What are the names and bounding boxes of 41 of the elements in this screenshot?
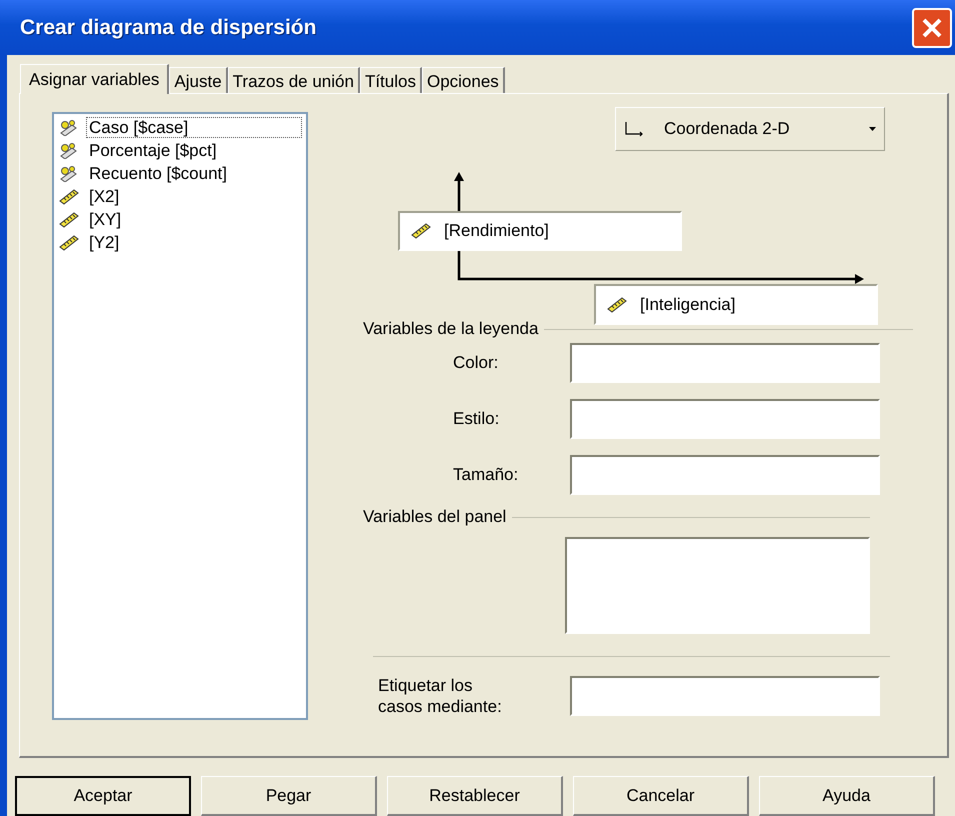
input-field[interactable] (570, 455, 880, 495)
close-icon (921, 16, 943, 38)
variable-item[interactable]: [X2] (86, 186, 302, 207)
ruler-icon (606, 296, 628, 312)
tab[interactable]: Ajuste (169, 67, 228, 93)
variable-list[interactable]: Caso [$case] Porcentaje [$pct] Recuento [$count] [X2] [XY] [Y2] (52, 112, 308, 720)
field-label: Etiquetar los casos mediante: (378, 675, 503, 717)
group-title: Variables del panel (363, 507, 506, 527)
input-field[interactable] (570, 343, 880, 383)
tab[interactable]: Títulos (360, 67, 422, 93)
field-label: Tamaño: (453, 465, 520, 485)
tab[interactable]: Trazos de unión (228, 67, 360, 93)
ruler-icon (410, 223, 432, 239)
dialog-button[interactable]: Restablecer (387, 776, 563, 816)
field-label: Color: (453, 353, 500, 373)
caret-icon (869, 127, 876, 131)
axes-icon (624, 121, 644, 137)
variable-item[interactable]: [Y2] (86, 232, 302, 253)
input-field[interactable] (570, 399, 880, 439)
x-axis-field[interactable]: [Inteligencia] (594, 284, 878, 325)
variable-item[interactable]: Porcentaje [$pct] (86, 140, 302, 161)
ruler-icon (58, 234, 80, 250)
dialog-button[interactable]: Ayuda (759, 776, 935, 816)
variable-item[interactable]: [XY] (86, 209, 302, 230)
variable-item[interactable]: Caso [$case] (86, 117, 302, 138)
dialog-button[interactable]: Cancelar (573, 776, 749, 816)
window-title: Crear diagrama de dispersión (20, 16, 316, 40)
input-field[interactable] (570, 676, 880, 716)
tab[interactable]: Opciones (422, 67, 505, 93)
group-title: Variables de la leyenda (363, 319, 538, 339)
y-axis-field[interactable]: [Rendimiento] (398, 211, 682, 251)
variable-item[interactable]: Recuento [$count] (86, 163, 302, 184)
panel-variables-list[interactable] (565, 537, 870, 634)
coordinate-dropdown[interactable]: Coordenada 2-D (615, 107, 885, 151)
tab[interactable]: Asignar variables (20, 64, 170, 94)
dialog-button[interactable]: Pegar (201, 776, 377, 816)
ruler-icon (58, 188, 80, 204)
ruler-icon (58, 212, 80, 228)
field-label: Estilo: (453, 409, 500, 429)
close-button[interactable] (912, 8, 952, 48)
dialog-button[interactable]: Aceptar (15, 776, 191, 816)
